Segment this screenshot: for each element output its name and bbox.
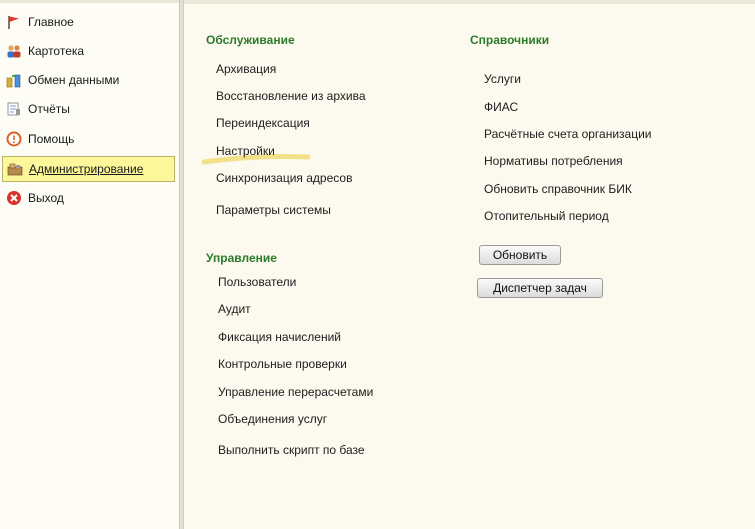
link-charges-fixation[interactable]: Фиксация начислений	[218, 330, 341, 344]
link-run-database-script[interactable]: Выполнить скрипт по базе	[218, 443, 365, 457]
link-consumption-standards[interactable]: Нормативы потребления	[484, 154, 623, 168]
people-icon	[6, 43, 22, 59]
link-services[interactable]: Услуги	[484, 72, 521, 86]
sidebar-item-label: Помощь	[28, 132, 75, 146]
administration-icon	[7, 161, 23, 177]
refresh-button[interactable]: Обновить	[479, 245, 561, 265]
sidebar-item-label: Главное	[28, 15, 74, 29]
link-update-bik-reference[interactable]: Обновить справочник БИК	[484, 182, 632, 196]
sidebar-item-label: Обмен данными	[28, 73, 120, 87]
link-system-parameters[interactable]: Параметры системы	[216, 203, 331, 217]
link-reindexing[interactable]: Переиндексация	[216, 116, 310, 130]
data-exchange-icon	[6, 72, 22, 88]
link-settlement-accounts[interactable]: Расчётные счета организации	[484, 127, 652, 141]
sidebar-item-exit[interactable]: Выход	[2, 185, 175, 211]
link-fias[interactable]: ФИАС	[484, 100, 518, 114]
sidebar-item-help[interactable]: Помощь	[2, 126, 175, 152]
group-title-service: Обслуживание	[206, 33, 295, 47]
help-icon	[6, 131, 22, 147]
administration-panel: Обслуживание Архивация Восстановление из…	[184, 4, 755, 529]
reports-icon	[6, 101, 22, 117]
sidebar-item-reports[interactable]: Отчёты	[2, 96, 175, 122]
sidebar-item-label: Администрирование	[29, 162, 144, 176]
link-control-checks[interactable]: Контрольные проверки	[218, 357, 347, 371]
sidebar-item-data-exchange[interactable]: Обмен данными	[2, 67, 175, 93]
sidebar-item-label: Отчёты	[28, 102, 70, 116]
link-settings[interactable]: Настройки	[216, 144, 275, 158]
link-recalculation-management[interactable]: Управление перерасчетами	[218, 385, 373, 399]
group-title-references: Справочники	[470, 33, 550, 47]
group-title-management: Управление	[206, 251, 277, 265]
link-users[interactable]: Пользователи	[218, 275, 296, 289]
link-restore-from-archive[interactable]: Восстановление из архива	[216, 89, 366, 103]
sidebar-item-card-index[interactable]: Картотека	[2, 38, 175, 64]
link-audit[interactable]: Аудит	[218, 302, 251, 316]
link-address-sync[interactable]: Синхронизация адресов	[216, 171, 352, 185]
navigation-sidebar: Главное Картотека Обмен данными Отчёты П…	[0, 0, 180, 529]
link-archiving[interactable]: Архивация	[216, 62, 276, 76]
exit-icon	[6, 190, 22, 206]
link-heating-period[interactable]: Отопительный период	[484, 209, 609, 223]
link-service-merging[interactable]: Объединения услуг	[218, 412, 327, 426]
sidebar-item-main[interactable]: Главное	[2, 9, 175, 35]
sidebar-item-label: Картотека	[28, 44, 85, 58]
sidebar-item-label: Выход	[28, 191, 64, 205]
task-manager-button[interactable]: Диспетчер задач	[477, 278, 603, 298]
sidebar-item-administration[interactable]: Администрирование	[2, 156, 175, 182]
flag-icon	[6, 14, 22, 30]
sidebar-top-border	[0, 0, 179, 3]
